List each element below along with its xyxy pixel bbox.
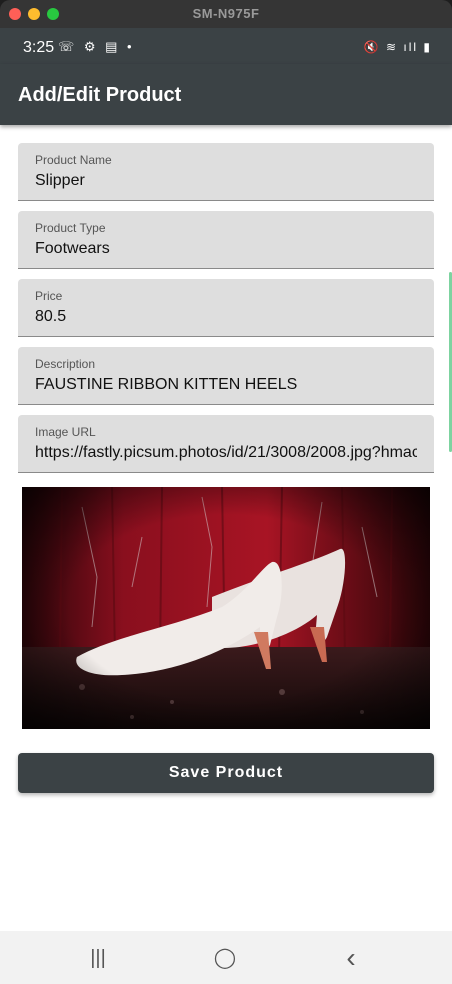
- price-label: Price: [35, 289, 63, 303]
- description-label: Description: [35, 357, 96, 371]
- product-name-label: Product Name: [35, 153, 112, 167]
- recents-icon[interactable]: |||: [78, 943, 118, 973]
- product-name-field[interactable]: Product Name Slipper: [18, 143, 434, 201]
- status-bar: 3:25 ☏ ⚙ ▤ • 🔇 ≋ ıll ▮: [0, 28, 452, 64]
- status-right-icons: 🔇 ≋ ıll ▮: [363, 40, 432, 54]
- status-time: 3:25: [23, 39, 55, 56]
- product-type-field[interactable]: Product Type Footwears: [18, 211, 434, 269]
- window-titlebar: SM-N975F: [0, 0, 452, 28]
- back-icon[interactable]: ‹: [331, 943, 371, 973]
- window-title: SM-N975F: [192, 6, 260, 21]
- home-icon[interactable]: ◯: [205, 943, 245, 973]
- image-url-field[interactable]: Image URL https://fastly.picsum.photos/i…: [18, 415, 434, 473]
- product-image: [22, 487, 430, 729]
- image-url-value[interactable]: https://fastly.picsum.photos/id/21/3008/…: [35, 444, 417, 462]
- description-field[interactable]: Description FAUSTINE RIBBON KITTEN HEELS: [18, 347, 434, 405]
- price-value[interactable]: 80.5: [35, 308, 417, 326]
- product-type-label: Product Type: [35, 221, 106, 235]
- product-type-value[interactable]: Footwears: [35, 240, 417, 258]
- description-value[interactable]: FAUSTINE RIBBON KITTEN HEELS: [35, 376, 417, 394]
- save-product-button[interactable]: Save Product: [18, 753, 434, 793]
- product-name-value[interactable]: Slipper: [35, 172, 417, 190]
- page-title: Add/Edit Product: [18, 84, 182, 106]
- image-url-label: Image URL: [35, 425, 96, 439]
- status-left-icons: ☏ ⚙ ▤ •: [58, 39, 135, 54]
- app-bar: Add/Edit Product: [0, 64, 452, 125]
- product-image-graphic: [22, 487, 430, 729]
- phone-screen: 3:25 ☏ ⚙ ▤ • 🔇 ≋ ıll ▮ Add/Edit Product …: [0, 28, 452, 984]
- price-field[interactable]: Price 80.5: [18, 279, 434, 337]
- android-nav-bar: ||| ◯ ‹: [0, 931, 452, 984]
